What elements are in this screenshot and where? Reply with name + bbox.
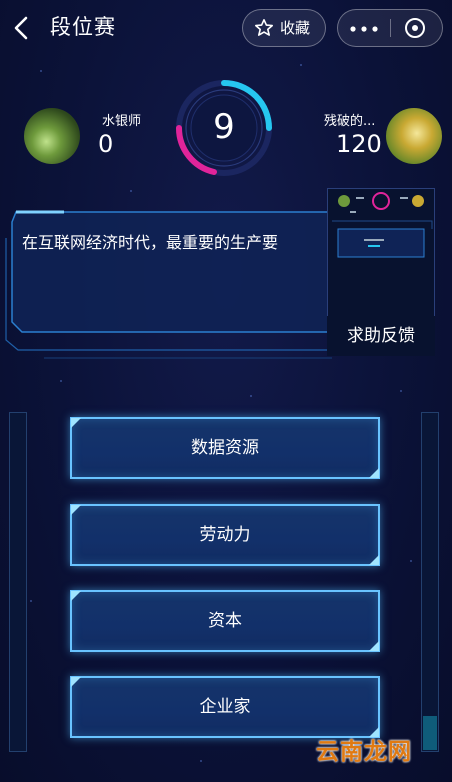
answer-option-label: 劳动力 <box>199 525 251 545</box>
answer-option-label: 数据资源 <box>191 438 259 458</box>
right-player-avatar <box>386 108 442 164</box>
right-player-score: 120 <box>336 130 382 158</box>
more-dots-icon[interactable] <box>350 26 378 32</box>
top-bar: 段位赛 收藏 <box>0 0 452 56</box>
countdown-number: 9 <box>213 107 235 147</box>
favorite-label: 收藏 <box>280 19 311 37</box>
question-text: 在互联网经济时代，最重要的生产要 <box>22 233 279 252</box>
left-player-score: 0 <box>98 130 114 158</box>
back-chevron-icon[interactable] <box>10 14 34 42</box>
right-progress-fill <box>423 716 437 750</box>
mini-game-preview <box>332 192 433 258</box>
answer-option-label: 企业家 <box>199 697 251 717</box>
left-player-name: 水银师 <box>102 114 142 129</box>
answer-option-1[interactable]: 数据资源 <box>70 417 380 479</box>
star-outline-icon <box>255 19 273 36</box>
help-feedback-label[interactable]: 求助反馈 <box>327 316 435 356</box>
favorite-button[interactable]: 收藏 <box>242 9 326 47</box>
right-player-name: 残破的... <box>324 114 376 129</box>
answer-option-4[interactable]: 企业家 <box>70 676 380 738</box>
capsule-divider <box>390 19 391 37</box>
answer-option-2[interactable]: 劳动力 <box>70 504 380 566</box>
page-title: 段位赛 <box>50 15 116 39</box>
miniprogram-capsule <box>337 9 443 47</box>
answer-option-label: 资本 <box>208 611 242 631</box>
left-progress-bar <box>9 412 27 752</box>
close-target-icon[interactable] <box>404 17 426 39</box>
watermark: 云南龙网 <box>316 738 412 765</box>
left-player-avatar <box>24 108 80 164</box>
right-progress-bar <box>421 412 439 752</box>
answer-option-3[interactable]: 资本 <box>70 590 380 652</box>
